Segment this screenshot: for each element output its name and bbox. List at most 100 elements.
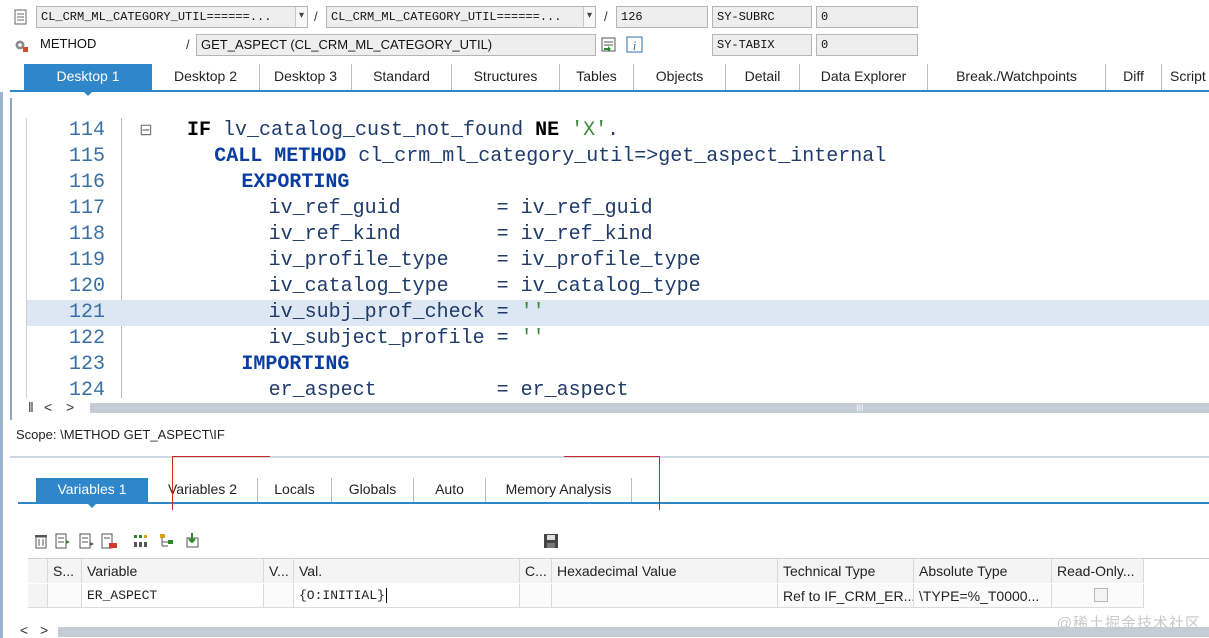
- insert-row-icon[interactable]: [54, 532, 72, 550]
- text-cursor: [385, 588, 387, 604]
- table-horizontal-scrollbar[interactable]: < >: [18, 622, 1209, 638]
- line-number: 120: [68, 275, 105, 298]
- scroll-thumb[interactable]: III: [90, 403, 1209, 413]
- tab-desktop-1[interactable]: Desktop 1: [24, 64, 152, 96]
- tab-globals[interactable]: Globals: [332, 478, 414, 502]
- code-line[interactable]: 119 iv_profile_type = iv_profile_type: [27, 248, 1209, 274]
- tab-diff[interactable]: Diff: [1106, 64, 1162, 90]
- cell-value[interactable]: {O:INITIAL}: [294, 584, 520, 608]
- download-icon[interactable]: [184, 532, 202, 550]
- scroll-right-arrow-icon[interactable]: >: [40, 622, 48, 638]
- tab-data-explorer[interactable]: Data Explorer: [800, 64, 928, 90]
- line-number: 118: [68, 223, 105, 246]
- sy-tabix-label-text: SY-TABIX: [717, 38, 775, 52]
- string-literal: '': [520, 327, 545, 350]
- scroll-left-arrow-icon[interactable]: <: [44, 399, 52, 415]
- cell-v: [264, 584, 294, 608]
- code-text: IF lv_catalog_cust_not_found NE 'X'.: [187, 118, 619, 144]
- cell-hex-value[interactable]: [552, 584, 778, 608]
- column-header-hex-value[interactable]: Hexadecimal Value: [552, 559, 778, 583]
- svg-text:i: i: [633, 38, 637, 53]
- cell-absolute-type[interactable]: \TYPE=%_T0000...: [914, 584, 1052, 608]
- code-token: iv_catalog_type = iv_catalog_type: [268, 275, 701, 298]
- annotation-line: [172, 456, 270, 457]
- code-text: iv_profile_type = iv_profile_type: [269, 248, 701, 274]
- tree-icon[interactable]: [158, 532, 176, 550]
- code-token: iv_ref_guid = iv_ref_guid: [268, 197, 653, 220]
- column-header-technical-type[interactable]: Technical Type: [778, 559, 914, 583]
- tab-detail[interactable]: Detail: [726, 64, 800, 90]
- columns-icon[interactable]: [132, 532, 150, 550]
- line-number: 114: [68, 119, 105, 142]
- line-number: 124: [68, 379, 105, 398]
- code-line[interactable]: 124 er_aspect = er_aspect: [27, 378, 1209, 398]
- scroll-left-arrow-icon[interactable]: <: [20, 622, 28, 638]
- tab-auto[interactable]: Auto: [414, 478, 486, 502]
- keyword: IMPORTING: [241, 353, 350, 376]
- fold-icon[interactable]: ⊟: [139, 118, 153, 144]
- tab-objects[interactable]: Objects: [634, 64, 726, 90]
- line-number-field[interactable]: 126: [616, 6, 708, 28]
- include-field[interactable]: CL_CRM_ML_CATEGORY_UTIL======... ▾: [326, 6, 596, 28]
- column-header-status[interactable]: S...: [48, 559, 82, 583]
- cell-variable[interactable]: ER_ASPECT: [82, 584, 264, 608]
- code-line[interactable]: 122 iv_subject_profile = '': [27, 326, 1209, 352]
- tab-tables[interactable]: Tables: [560, 64, 634, 90]
- column-header-v[interactable]: V...: [264, 559, 294, 583]
- code-line[interactable]: 114 ⊟ IF lv_catalog_cust_not_found NE 'X'.: [27, 118, 1209, 144]
- show-source-icon[interactable]: [600, 36, 618, 54]
- scroll-left-icon[interactable]: ‖: [28, 399, 34, 415]
- tab-desktop-2[interactable]: Desktop 2: [152, 64, 260, 90]
- tab-variables-2[interactable]: Variables 2: [148, 478, 258, 502]
- scroll-right-arrow-icon[interactable]: >: [66, 399, 74, 415]
- delete-icon[interactable]: [32, 532, 50, 550]
- column-header-c[interactable]: C...: [520, 559, 552, 583]
- sy-tabix-value-text: 0: [821, 38, 829, 52]
- sy-tabix-value[interactable]: 0: [816, 34, 918, 56]
- program-field[interactable]: CL_CRM_ML_CATEGORY_UTIL======... ▾: [36, 6, 308, 28]
- tab-memory-analysis[interactable]: Memory Analysis: [486, 478, 632, 502]
- tab-structures[interactable]: Structures: [452, 64, 560, 90]
- column-header-absolute-type[interactable]: Absolute Type: [914, 559, 1052, 583]
- tab-break-watchpoints[interactable]: Break./Watchpoints: [928, 64, 1106, 90]
- code-area[interactable]: 114 ⊟ IF lv_catalog_cust_not_found NE 'X'.…: [26, 118, 1209, 398]
- chevron-down-icon[interactable]: ▾: [295, 7, 307, 27]
- keyword: CALL METHOD: [214, 145, 347, 168]
- append-row-icon[interactable]: [78, 532, 96, 550]
- code-line[interactable]: 123 IMPORTING: [27, 352, 1209, 378]
- tab-variables-1[interactable]: Variables 1: [36, 478, 148, 508]
- column-header-read-only[interactable]: Read-Only...: [1052, 559, 1144, 583]
- delete-row-icon[interactable]: [100, 532, 118, 550]
- save-icon[interactable]: [542, 532, 560, 550]
- row-selector[interactable]: [28, 584, 48, 608]
- tab-locals[interactable]: Locals: [258, 478, 332, 502]
- code-text: iv_catalog_type = iv_catalog_type: [269, 274, 701, 300]
- line-number: 122: [68, 327, 105, 350]
- scroll-thumb[interactable]: [58, 627, 1209, 637]
- tab-script[interactable]: Script: [1162, 64, 1209, 90]
- code-token: iv_ref_kind = iv_ref_kind: [268, 223, 653, 246]
- column-header-variable[interactable]: Variable: [82, 559, 264, 583]
- tab-desktop-3[interactable]: Desktop 3: [260, 64, 352, 90]
- code-line[interactable]: 115 CALL METHOD cl_crm_ml_category_util=>…: [27, 144, 1209, 170]
- editor-horizontal-scrollbar[interactable]: ‖ < > III: [26, 399, 1209, 415]
- string-literal: 'X': [571, 119, 608, 142]
- sy-subrc-label-text: SY-SUBRC: [717, 10, 775, 24]
- cell-technical-type[interactable]: Ref to IF_CRM_ER...: [778, 584, 914, 608]
- keyword: EXPORTING: [241, 171, 350, 194]
- method-field[interactable]: GET_ASPECT (CL_CRM_ML_CATEGORY_UTIL): [196, 34, 596, 56]
- sy-subrc-value[interactable]: 0: [816, 6, 918, 28]
- code-line[interactable]: 121 iv_subj_prof_check = '': [27, 300, 1209, 326]
- tab-standard[interactable]: Standard: [352, 64, 452, 90]
- info-icon[interactable]: i: [626, 36, 644, 54]
- code-line[interactable]: 118 iv_ref_kind = iv_ref_kind: [27, 222, 1209, 248]
- source-code-editor[interactable]: 114 ⊟ IF lv_catalog_cust_not_found NE 'X'.…: [10, 98, 1209, 420]
- chevron-down-icon[interactable]: ▾: [583, 7, 595, 27]
- annotation-line: [172, 456, 173, 512]
- code-line[interactable]: 116 EXPORTING: [27, 170, 1209, 196]
- annotation-line: [659, 456, 660, 512]
- column-header-value[interactable]: Val.: [294, 559, 520, 583]
- code-line[interactable]: 120 iv_catalog_type = iv_catalog_type: [27, 274, 1209, 300]
- sy-tabix-label: SY-TABIX: [712, 34, 812, 56]
- code-line[interactable]: 117 iv_ref_guid = iv_ref_guid: [27, 196, 1209, 222]
